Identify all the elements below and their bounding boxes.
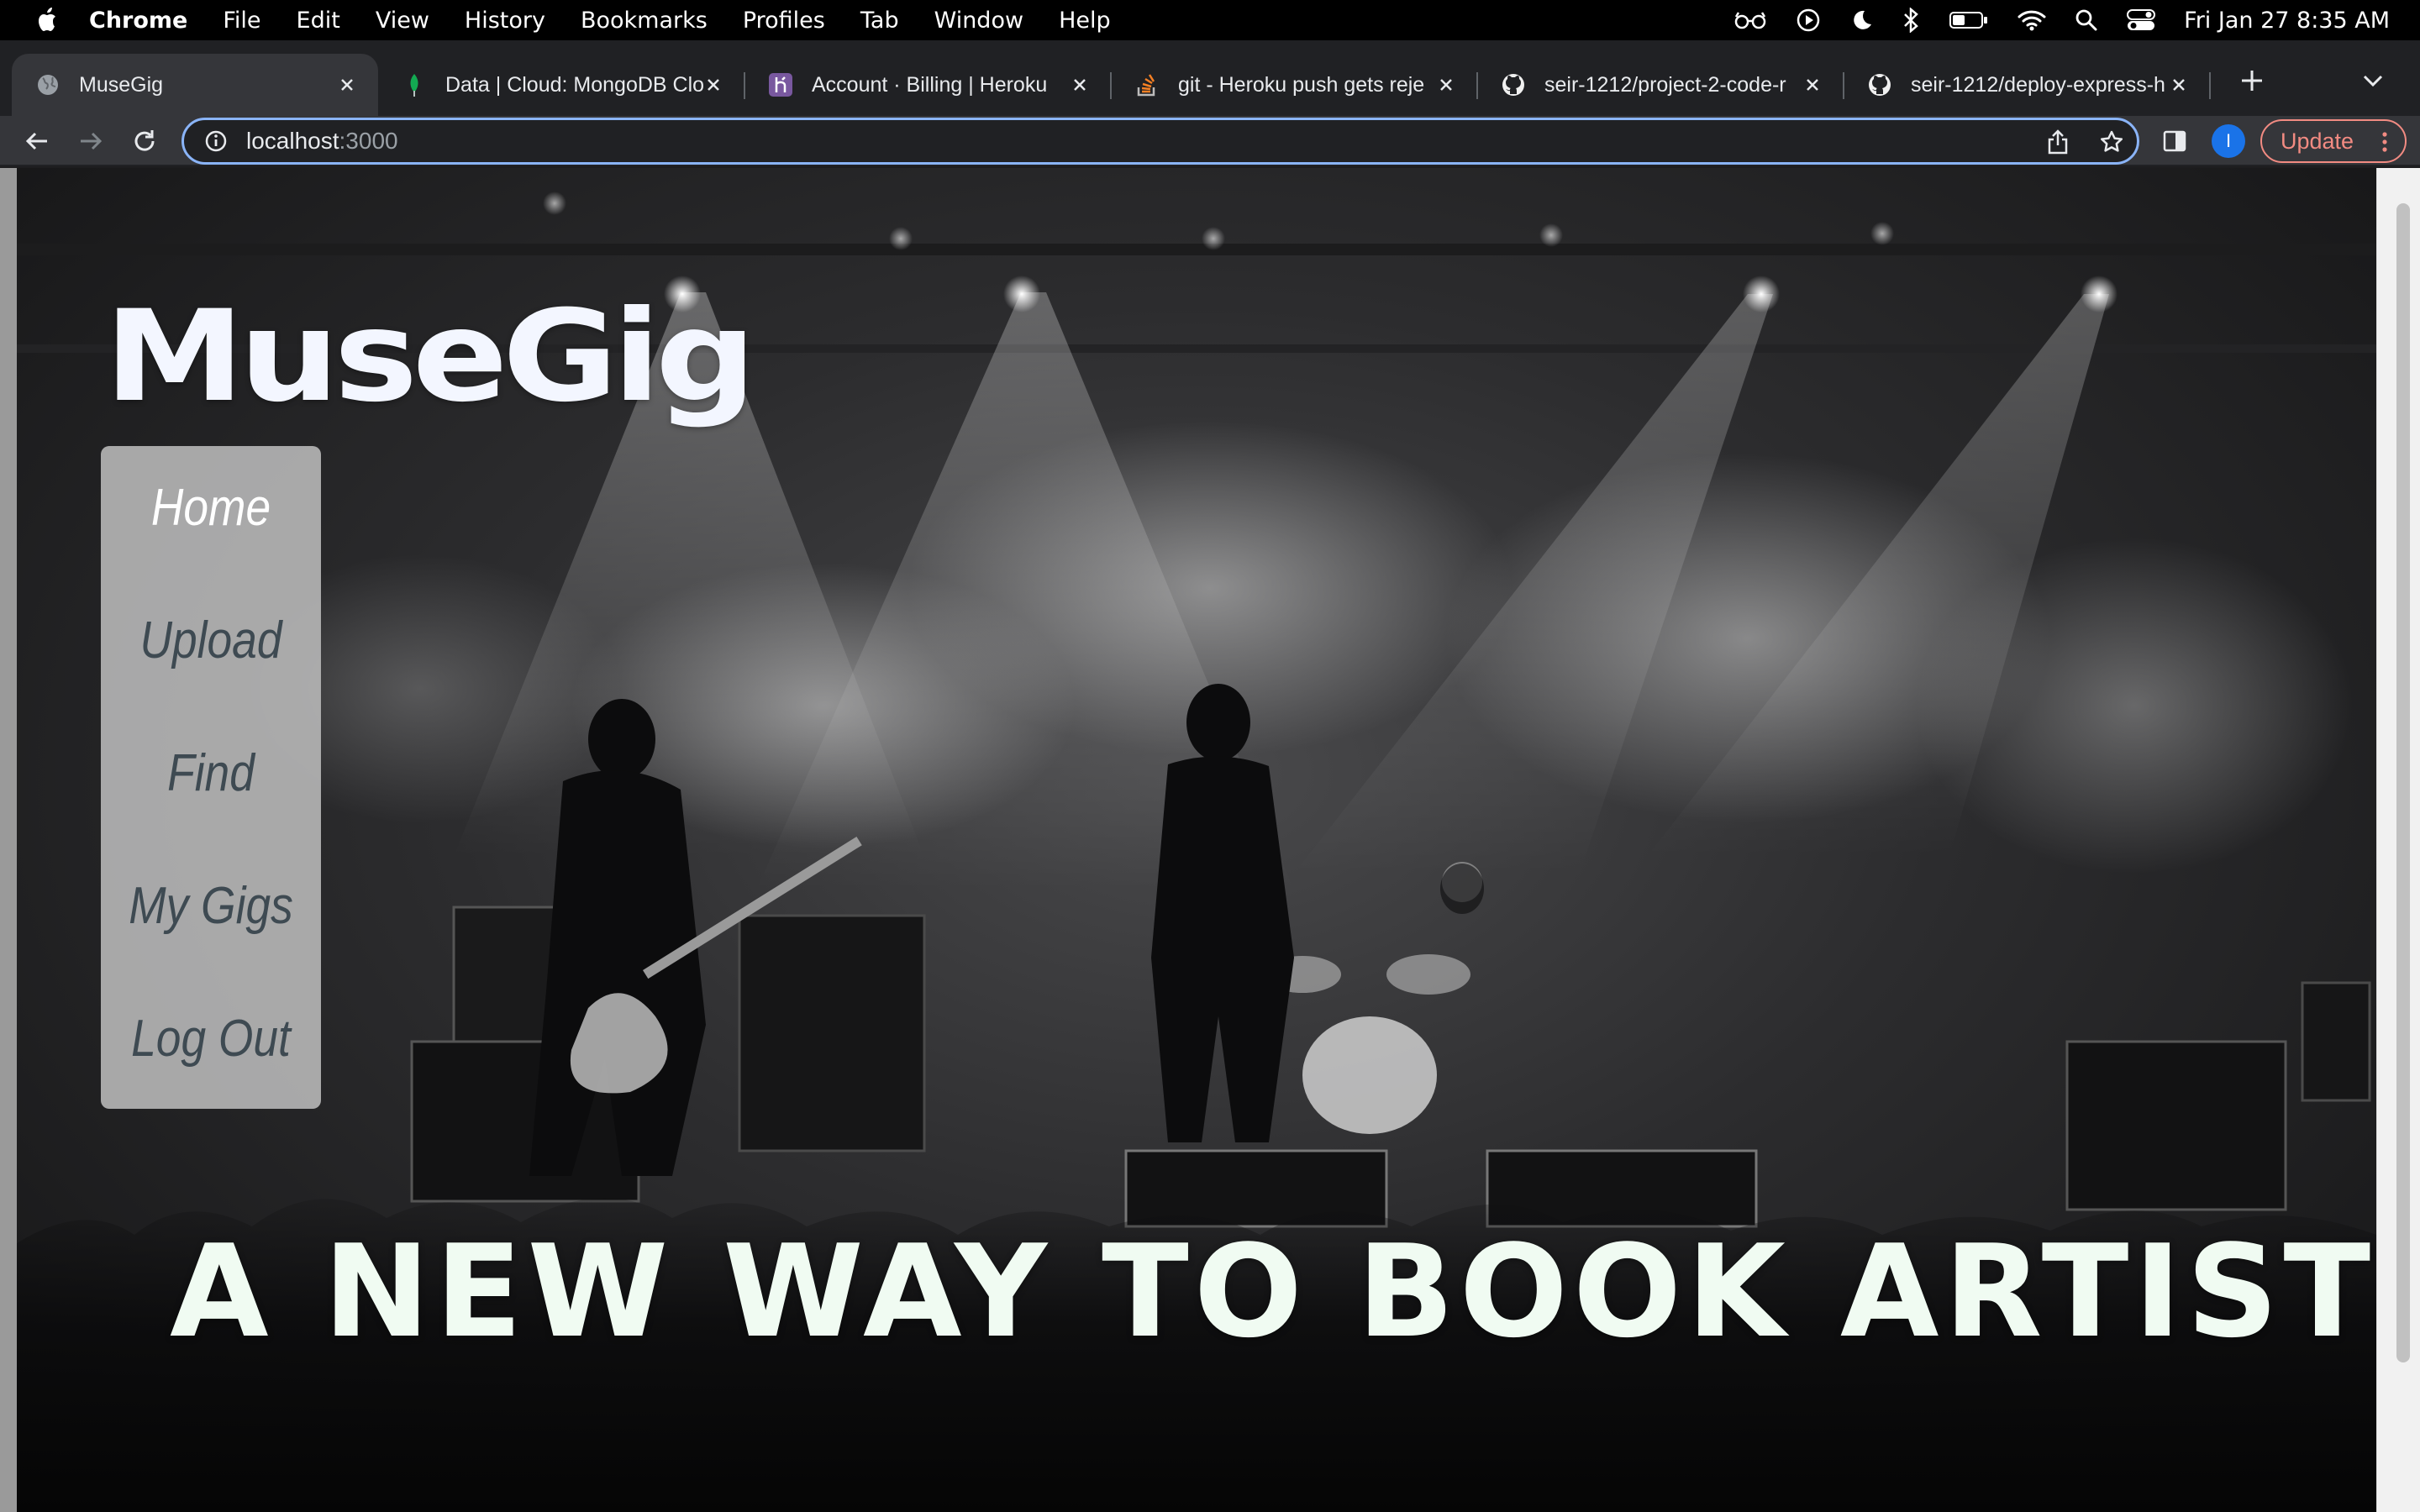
url-port: :3000 — [339, 128, 398, 154]
new-tab-plus-icon[interactable] — [2233, 62, 2270, 99]
tab-title: MuseGig — [79, 72, 164, 97]
search-icon[interactable] — [2075, 8, 2098, 32]
menu-tab[interactable]: Tab — [860, 8, 899, 34]
page-left-gutter — [0, 168, 17, 1512]
address-bar[interactable]: localhost:3000 — [182, 118, 2139, 165]
musegig-logo[interactable]: MuseGig — [104, 294, 756, 420]
close-tab-icon[interactable] — [1067, 72, 1092, 97]
bookmark-star-icon[interactable] — [2098, 129, 2125, 155]
menubar-clock[interactable]: Fri Jan 27 8:35 AM — [2184, 8, 2390, 34]
menu-file[interactable]: File — [223, 8, 260, 34]
site-info-icon[interactable] — [203, 128, 229, 155]
tab-title: git - Heroku push gets reje — [1178, 72, 1425, 97]
github-icon — [1501, 72, 1526, 97]
tab-github-deploy-express[interactable]: seir-1212/deploy-express-h — [1844, 54, 2211, 116]
hero-section: MuseGig Home Upload Find My Gigs Log Out… — [17, 168, 2376, 1512]
tab-stackoverflow[interactable]: git - Heroku push gets reje — [1111, 54, 1478, 116]
url-host: localhost — [246, 128, 339, 154]
more-vertical-icon[interactable] — [2376, 131, 2393, 153]
glasses-icon[interactable] — [1733, 10, 1767, 30]
stackoverflow-icon — [1134, 72, 1160, 97]
menu-bookmarks[interactable]: Bookmarks — [581, 8, 708, 34]
macos-menu-bar: Chrome File Edit View History Bookmarks … — [0, 0, 2420, 40]
wifi-icon[interactable] — [2018, 9, 2046, 31]
forward-arrow-icon[interactable] — [74, 124, 108, 158]
tab-github-project-2[interactable]: seir-1212/project-2-code-r — [1477, 54, 1844, 116]
browser-tab-strip: MuseGig Data | Cloud: MongoDB Clo Accoun… — [0, 40, 2420, 116]
tab-heroku-billing[interactable]: Account · Billing | Heroku — [744, 54, 1112, 116]
nav-my-gigs[interactable]: My Gigs — [116, 876, 305, 936]
reload-icon[interactable] — [128, 124, 161, 158]
tab-title: seir-1212/project-2-code-r — [1544, 72, 1786, 97]
heroku-icon — [768, 72, 793, 97]
moon-icon[interactable] — [1849, 8, 1873, 32]
tab-musegig[interactable]: MuseGig — [12, 54, 378, 116]
side-panel-icon[interactable] — [2158, 124, 2191, 158]
nav-home[interactable]: Home — [116, 478, 305, 538]
battery-icon[interactable] — [1949, 10, 1989, 30]
hero-tagline: A NEW WAY TO BOOK ARTISTS — [170, 1217, 2376, 1366]
menu-app-name[interactable]: Chrome — [89, 8, 187, 34]
browser-toolbar: localhost:3000 I Update — [0, 116, 2420, 166]
close-tab-icon[interactable] — [334, 72, 360, 97]
menu-edit[interactable]: Edit — [297, 8, 340, 34]
control-center-icon[interactable] — [2127, 8, 2156, 32]
nav-log-out[interactable]: Log Out — [116, 1009, 305, 1068]
tab-search-chevron-down-icon[interactable] — [2356, 64, 2390, 97]
vertical-scrollbar-thumb[interactable] — [2396, 203, 2410, 1362]
close-tab-icon[interactable] — [1800, 72, 1825, 97]
share-icon[interactable] — [2044, 129, 2071, 155]
main-nav-panel: Home Upload Find My Gigs Log Out — [101, 446, 321, 1109]
menu-view[interactable]: View — [376, 8, 429, 34]
profile-avatar[interactable]: I — [2212, 124, 2245, 158]
address-url: localhost:3000 — [246, 128, 398, 155]
nav-upload[interactable]: Upload — [116, 611, 305, 670]
bluetooth-icon[interactable] — [1902, 8, 1920, 33]
play-circle-icon[interactable] — [1796, 8, 1821, 33]
github-icon — [1867, 72, 1892, 97]
update-button[interactable]: Update — [2260, 119, 2407, 163]
menu-window[interactable]: Window — [934, 8, 1023, 34]
menu-help[interactable]: Help — [1059, 8, 1111, 34]
menu-history[interactable]: History — [465, 8, 545, 34]
tab-separator — [2209, 72, 2211, 99]
close-tab-icon[interactable] — [1434, 72, 1459, 97]
tab-title: seir-1212/deploy-express-h — [1911, 72, 2165, 97]
tab-mongodb[interactable]: Data | Cloud: MongoDB Clo — [378, 54, 745, 116]
tab-title: Data | Cloud: MongoDB Clo — [445, 72, 705, 97]
menu-profiles[interactable]: Profiles — [743, 8, 825, 34]
apple-logo-icon[interactable] — [30, 3, 64, 37]
tab-title: Account · Billing | Heroku — [812, 72, 1048, 97]
back-arrow-icon[interactable] — [20, 124, 54, 158]
page-viewport: MuseGig Home Upload Find My Gigs Log Out… — [0, 168, 2420, 1512]
mongodb-leaf-icon — [402, 72, 427, 97]
close-tab-icon[interactable] — [2166, 72, 2191, 97]
update-label: Update — [2281, 128, 2354, 154]
nav-find[interactable]: Find — [116, 743, 305, 803]
close-tab-icon[interactable] — [701, 72, 726, 97]
globe-icon — [35, 72, 60, 97]
